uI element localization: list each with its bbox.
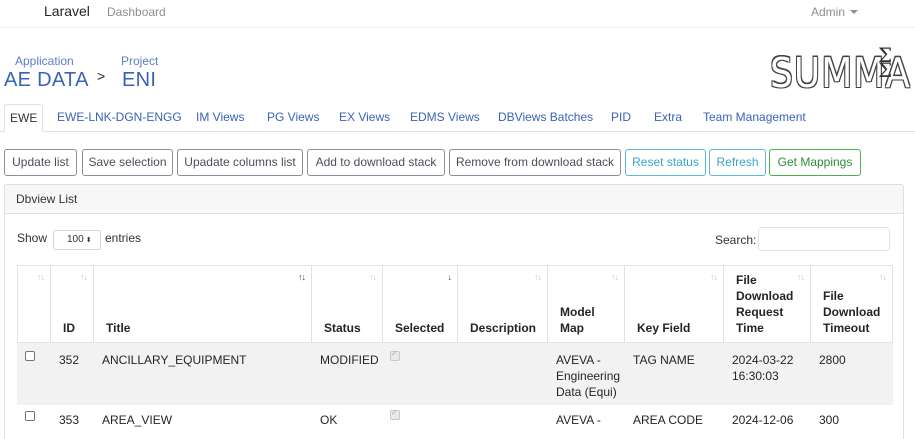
- column-header-status[interactable]: Status ↑↓: [312, 265, 383, 343]
- application-value[interactable]: AE DATA: [4, 69, 89, 92]
- card-title: Dbview List: [5, 185, 903, 214]
- tab-ex-views[interactable]: EX Views: [339, 104, 390, 132]
- update-list-button[interactable]: Update list: [4, 149, 77, 176]
- save-selection-button[interactable]: Save selection: [82, 149, 173, 176]
- refresh-button[interactable]: Refresh: [709, 149, 766, 176]
- cell-status: MODIFIED: [320, 353, 379, 367]
- sort-icon: ↑↓: [797, 272, 805, 282]
- update-columns-list-button[interactable]: Upadate columns list: [177, 149, 303, 176]
- column-header-description[interactable]: Description ↑↓: [458, 265, 548, 343]
- top-navbar: Laravel Dashboard Admin: [0, 0, 915, 28]
- tab-edms-views[interactable]: EDMS Views: [410, 104, 480, 132]
- search-label: Search:: [715, 233, 757, 247]
- cell-request-time: 2024-03-22 16:30:03: [732, 353, 794, 383]
- tab-team-management[interactable]: Team Management: [703, 104, 806, 132]
- cell-timeout: 2800: [819, 353, 846, 367]
- row-checkbox[interactable]: [25, 351, 35, 361]
- cell-title: ANCILLARY_EQUIPMENT: [102, 353, 247, 367]
- column-header-key-field[interactable]: Key Field ↑↓: [625, 265, 724, 343]
- application-label: Application: [15, 54, 74, 68]
- remove-from-download-stack-button[interactable]: Remove from download stack: [449, 149, 621, 176]
- cell-model-map: AVEVA - Engineering Data (Equi): [556, 353, 621, 399]
- sort-icon: ↑↓: [534, 272, 542, 282]
- column-header-model-map[interactable]: Model Map ↑↓: [548, 265, 625, 343]
- sort-icon: ↑↓: [879, 272, 887, 282]
- cell-id: 352: [59, 353, 80, 367]
- tab-ewe-lnk-dgn-engg[interactable]: EWE-LNK-DGN-ENGG: [57, 104, 182, 132]
- column-header-timeout[interactable]: File Download Timeout ↑↓: [811, 265, 893, 343]
- select-arrows-icon: ⬍: [85, 237, 92, 244]
- get-mappings-button[interactable]: Get Mappings: [769, 149, 861, 176]
- cell-model-map: AVEVA -: [556, 413, 601, 427]
- tab-extra[interactable]: Extra: [654, 104, 682, 132]
- caret-down-icon: [850, 10, 859, 14]
- cell-title: AREA_VIEW: [102, 413, 173, 427]
- cell-request-time: 2024-12-06: [732, 413, 794, 427]
- column-header-selected[interactable]: Selected ↓: [383, 265, 458, 343]
- nav-dashboard-link[interactable]: Dashboard: [107, 5, 166, 19]
- dbview-list-card: Dbview List Show 100 ⬍ entries Search: ↑↓…: [4, 184, 904, 439]
- tab-ewe[interactable]: EWE: [4, 104, 44, 132]
- entries-value: 100: [67, 234, 84, 245]
- summa-logo: SUMMA ΣΣ: [770, 43, 910, 97]
- tab-pg-views[interactable]: PG Views: [267, 104, 319, 132]
- reset-status-button[interactable]: Reset status: [625, 149, 706, 176]
- table-row[interactable]: 352 ANCILLARY_EQUIPMENT MODIFIED AVEVA -…: [17, 343, 893, 405]
- row-checkbox[interactable]: [25, 411, 35, 421]
- search-input[interactable]: [758, 227, 890, 251]
- sort-icon: ↑↓: [37, 272, 45, 282]
- column-header-select[interactable]: ↑↓: [17, 265, 51, 343]
- table-row[interactable]: 353 AREA_VIEW OK AVEVA - AREA CODE 2024-…: [17, 405, 893, 439]
- user-menu[interactable]: Admin: [811, 5, 859, 19]
- cell-status: OK: [320, 413, 338, 427]
- entries-label: entries: [105, 231, 142, 245]
- cell-key-field: TAG NAME: [633, 353, 695, 367]
- sort-asc-icon: ↑↓: [298, 272, 306, 282]
- sort-icon: ↑↓: [710, 272, 718, 282]
- add-to-download-stack-button[interactable]: Add to download stack: [307, 149, 445, 176]
- cell-description: [458, 405, 548, 412]
- show-label: Show: [17, 231, 48, 245]
- sort-desc-icon: ↓: [447, 272, 452, 282]
- cell-id: 353: [59, 413, 80, 427]
- selected-checkbox: [390, 408, 400, 420]
- cell-timeout: 300: [819, 413, 840, 427]
- column-header-id[interactable]: ID ↑↓: [51, 265, 94, 343]
- sort-icon: ↑↓: [369, 272, 377, 282]
- cell-key-field: AREA CODE: [633, 413, 704, 427]
- brand-link[interactable]: Laravel: [44, 3, 90, 19]
- selected-checkbox: [390, 349, 400, 361]
- sort-icon: ↑↓: [611, 272, 619, 282]
- sigma-icon: ΣΣ: [878, 43, 893, 82]
- column-header-title[interactable]: Title ↑↓: [94, 265, 312, 343]
- column-header-request-time[interactable]: File Download Request Time ↑↓: [724, 265, 811, 343]
- cell-description: [458, 343, 548, 352]
- project-label: Project: [121, 54, 159, 68]
- tab-im-views[interactable]: IM Views: [196, 104, 244, 132]
- breadcrumb-separator: >: [97, 68, 106, 84]
- sort-icon: ↑↓: [80, 272, 88, 282]
- user-menu-label: Admin: [811, 5, 846, 19]
- tab-dbviews-batches[interactable]: DBViews Batches: [498, 104, 593, 132]
- project-value[interactable]: ENI: [122, 69, 156, 92]
- view-tabs: EWE EWE-LNK-DGN-ENGG IM Views PG Views E…: [0, 104, 915, 132]
- entries-per-page-select[interactable]: 100 ⬍: [53, 230, 101, 250]
- tab-pid[interactable]: PID: [611, 104, 631, 132]
